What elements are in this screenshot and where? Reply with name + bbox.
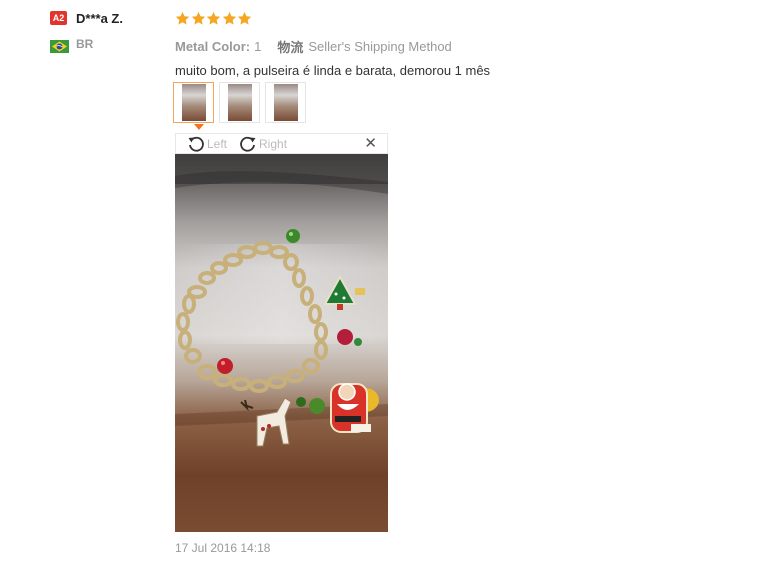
close-icon[interactable]: ✕ <box>364 136 377 151</box>
rotate-left-icon <box>188 136 204 152</box>
star-rating <box>175 9 735 27</box>
rotate-right-icon <box>240 136 256 152</box>
thumbnail-image <box>227 84 252 121</box>
thumbnail-image <box>273 84 298 121</box>
reviewer-name: D***a Z. <box>76 10 123 26</box>
star-icon <box>206 11 221 25</box>
rotate-right-label: Right <box>259 136 288 151</box>
thumbnail-image <box>181 84 206 121</box>
star-icon <box>175 11 190 25</box>
rotate-left-button[interactable]: Left <box>186 134 227 154</box>
photo-thumbnail[interactable] <box>173 82 214 123</box>
photo-thumbnail[interactable] <box>219 82 260 123</box>
reviewer-info: A2 D***a Z. BR <box>50 9 170 53</box>
selected-thumbnail-pointer <box>194 124 204 130</box>
brazil-flag-icon <box>50 38 69 53</box>
review-date: 17 Jul 2016 14:18 <box>175 541 271 555</box>
star-icon <box>237 11 252 25</box>
review-content: Metal Color: 1 物流 Seller's Shipping Meth… <box>175 9 735 80</box>
buyer-level-badge: A2 <box>50 11 67 25</box>
review-photo-thumbnails <box>173 82 311 123</box>
photo-thumbnail[interactable] <box>265 82 306 123</box>
rotate-right-button[interactable]: Right <box>238 134 287 154</box>
star-icon <box>222 11 236 25</box>
shipping-value: Seller's Shipping Method <box>308 38 452 54</box>
country-code: BR <box>76 37 94 51</box>
star-icon <box>191 11 205 25</box>
photo-viewer-toolbar: Left Right ✕ <box>175 133 388 154</box>
reviewer-line: A2 D***a Z. <box>50 9 170 27</box>
rotate-left-label: Left <box>207 136 228 151</box>
metal-color-label: Metal Color: <box>175 38 251 54</box>
reviewer-country: BR <box>50 36 170 53</box>
metal-color-value: 1 <box>254 38 262 54</box>
review-text: muito bom, a pulseira é linda e barata, … <box>175 63 491 78</box>
review-photo <box>175 154 388 532</box>
shipping-label: 物流 <box>277 39 304 55</box>
review-attributes: Metal Color: 1 物流 Seller's Shipping Meth… <box>175 37 735 55</box>
